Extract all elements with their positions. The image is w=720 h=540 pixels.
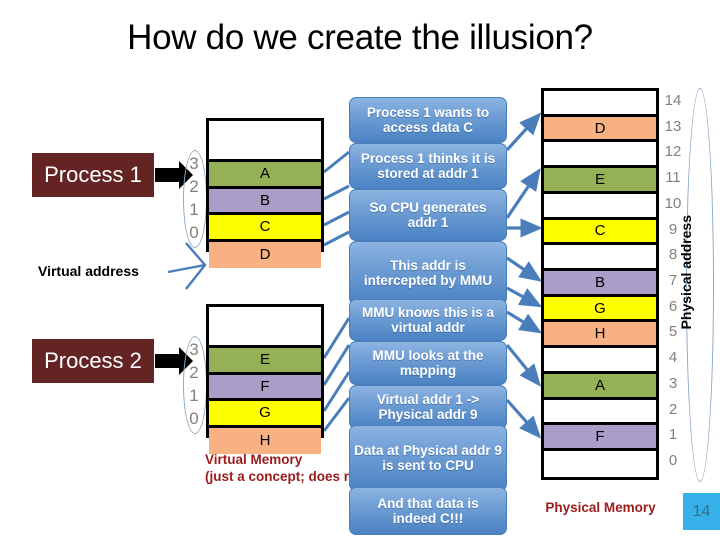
physical-memory-cell: E	[544, 168, 656, 194]
virtual-address-label: Virtual address	[38, 263, 139, 279]
process-1-label: Process 1	[44, 162, 142, 187]
physical-memory-cell: C	[544, 219, 656, 246]
process-2-box: Process 2	[32, 339, 154, 383]
page-number-badge: 14	[683, 493, 720, 530]
process-1-box: Process 1	[32, 153, 154, 197]
physical-address-label: Physical address	[678, 215, 694, 330]
virtual-memory-cell: F	[209, 374, 321, 401]
physical-address-number: 11	[665, 169, 681, 187]
callout-c9: And that data is indeed C!!!	[349, 487, 507, 535]
virtual-memory-table-process-2: EFGH	[206, 304, 324, 454]
virtual-address-numbers-2: 3 2 1 0	[186, 338, 202, 430]
physical-memory-cell	[544, 142, 656, 169]
callout-c1: Process 1 wants to access data C	[349, 97, 507, 143]
physical-memory-cell: A	[544, 373, 656, 400]
virtual-memory-cell: A	[209, 162, 321, 189]
virtual-memory-cell: C	[209, 215, 321, 242]
physical-memory-cell	[544, 91, 656, 117]
virtual-address-number: 2	[189, 177, 199, 196]
virtual-memory-cell: E	[209, 348, 321, 375]
physical-memory-cell	[544, 348, 656, 374]
virtual-address-number: 0	[189, 409, 199, 428]
callout-c8: Data at Physical addr 9 is sent to CPU	[349, 425, 507, 491]
virtual-memory-cell: B	[209, 188, 321, 215]
virtual-address-number: 2	[189, 363, 199, 382]
process-1-arrow-icon	[155, 161, 193, 189]
callout-c6: MMU looks at the mapping	[349, 341, 507, 385]
physical-memory-cell	[544, 193, 656, 220]
virtual-address-numbers-1: 3 2 1 0	[186, 152, 202, 244]
physical-memory-cell: B	[544, 271, 656, 297]
virtual-memory-header-cell	[209, 307, 321, 348]
virtual-address-number: 1	[189, 200, 199, 219]
process-2-arrow-icon	[155, 347, 193, 375]
physical-memory-cell: D	[544, 116, 656, 143]
virtual-memory-table-process-1: ABCD	[206, 118, 324, 268]
physical-memory-cell	[544, 245, 656, 272]
physical-address-number: 14	[664, 91, 682, 109]
physical-address-number: 13	[664, 117, 682, 135]
physical-address-number: 3	[668, 374, 678, 392]
physical-address-number: 12	[664, 143, 682, 161]
callout-c4: This addr is intercepted by MMU	[349, 241, 507, 305]
callout-c7: Virtual addr 1 -> Physical addr 9	[349, 385, 507, 429]
physical-address-number: 1	[668, 426, 678, 444]
physical-address-number: 2	[668, 400, 678, 418]
callout-c3: So CPU generates addr 1	[349, 189, 507, 241]
virtual-memory-cell: G	[209, 401, 321, 428]
physical-memory-cell	[544, 451, 656, 477]
callout-c2: Process 1 thinks it is stored at addr 1	[349, 143, 507, 189]
physical-memory-cell: F	[544, 425, 656, 452]
physical-address-number: 0	[668, 452, 678, 470]
page-title: How do we create the illusion?	[127, 18, 593, 57]
callout-c5: MMU knows this is a virtual addr	[349, 299, 507, 341]
physical-memory-table: DECBGHAF	[541, 88, 659, 480]
physical-memory-cell: H	[544, 322, 656, 349]
process-2-label: Process 2	[44, 348, 142, 373]
physical-address-number: 10	[664, 194, 682, 212]
virtual-address-number: 1	[189, 386, 199, 405]
virtual-memory-header-cell	[209, 121, 321, 162]
slide-canvas: How do we create the illusion? Process 1…	[0, 0, 720, 540]
physical-memory-cell	[544, 399, 656, 426]
physical-memory-cell: G	[544, 296, 656, 323]
physical-address-number: 4	[668, 349, 678, 367]
virtual-address-number: 0	[189, 223, 199, 242]
virtual-address-number: 3	[189, 154, 199, 173]
physical-memory-caption: Physical Memory	[545, 500, 656, 515]
virtual-address-number: 3	[189, 340, 199, 359]
virtual-memory-cell: D	[209, 241, 321, 268]
